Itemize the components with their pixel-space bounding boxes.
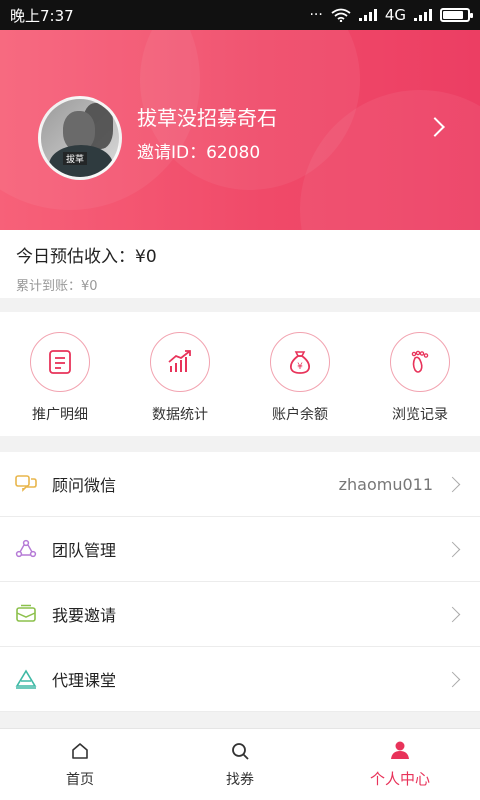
total-income-label: 累计到账： — [16, 279, 82, 294]
invite-id-value: 62080 — [206, 143, 261, 163]
quick-action-browse-history[interactable]: 浏览记录 — [360, 312, 480, 436]
home-icon — [72, 742, 88, 759]
chevron-right-icon — [444, 541, 461, 557]
svg-text:¥: ¥ — [297, 362, 303, 372]
chart-trend-icon — [150, 332, 210, 392]
tab-find-coupon[interactable]: 找券 — [160, 729, 320, 800]
quick-action-data-stats[interactable]: 数据统计 — [120, 312, 240, 436]
total-income: 累计到账：¥0 — [16, 275, 464, 294]
signal-icon — [358, 9, 377, 21]
quick-action-account-balance[interactable]: ¥ 账户余额 — [240, 312, 360, 436]
team-icon — [14, 537, 38, 561]
menu-item-agent-classroom[interactable]: 代理课堂 — [0, 647, 480, 712]
more-icon: ··· — [309, 7, 323, 23]
invite-id-line: 邀请ID：62080 — [137, 138, 260, 163]
invite-id-label: 邀请ID： — [137, 143, 207, 163]
avatar-tag: 拔草 — [63, 152, 88, 165]
classroom-icon — [14, 667, 38, 691]
status-icons: ··· 4G — [309, 6, 473, 24]
bottom-tab-bar: 首页 找券 个人中心 — [0, 728, 480, 800]
menu-item-label: 我要邀请 — [52, 606, 117, 625]
menu-item-value: zhaomu011 — [338, 474, 433, 494]
menu-item-label: 顾问微信 — [52, 476, 117, 495]
chat-icon — [14, 472, 38, 496]
profile-header[interactable]: 拔草 拔草没招募奇石 邀请ID：62080 — [0, 30, 480, 230]
tab-label: 个人中心 — [369, 770, 430, 788]
chevron-right-icon — [444, 606, 461, 622]
quick-action-label: 数据统计 — [152, 407, 208, 423]
username: 拔草没招募奇石 — [137, 106, 277, 130]
network-type: 4G — [384, 6, 406, 24]
menu-list: 顾问微信 zhaomu011 团队管理 我要邀请 代理课堂 — [0, 452, 480, 712]
total-income-value: ¥0 — [81, 279, 98, 294]
tab-personal-center[interactable]: 个人中心 — [320, 729, 480, 800]
tab-label: 首页 — [66, 771, 94, 788]
menu-item-label: 代理课堂 — [52, 671, 117, 690]
quick-action-label: 账户余额 — [272, 407, 328, 423]
search-icon — [232, 742, 249, 760]
menu-item-team-management[interactable]: 团队管理 — [0, 517, 480, 582]
avatar[interactable]: 拔草 — [38, 96, 122, 180]
income-panel: 今日预估收入：¥0 累计到账：¥0 — [0, 230, 480, 298]
quick-action-promotion-details[interactable]: 推广明细 — [0, 312, 120, 436]
tab-home[interactable]: 首页 — [0, 729, 160, 800]
document-list-icon — [30, 332, 90, 392]
wifi-icon — [331, 8, 351, 22]
status-bar: 晚上7:37 ··· 4G — [0, 0, 480, 30]
money-bag-icon: ¥ — [270, 332, 330, 392]
status-time: 晚上7:37 — [10, 6, 74, 25]
today-income-label: 今日预估收入： — [16, 247, 135, 267]
chevron-right-icon — [444, 671, 461, 687]
chevron-right-icon — [444, 476, 461, 492]
invite-icon — [14, 602, 38, 626]
footprint-icon — [390, 332, 450, 392]
tab-label: 找券 — [226, 771, 254, 788]
user-icon — [391, 741, 409, 759]
quick-action-label: 浏览记录 — [392, 407, 448, 423]
quick-actions: 推广明细 数据统计 ¥ 账户余额 浏览记录 — [0, 312, 480, 436]
battery-icon — [440, 8, 473, 22]
menu-item-invite[interactable]: 我要邀请 — [0, 582, 480, 647]
signal-icon-2 — [414, 9, 432, 21]
menu-item-advisor-wechat[interactable]: 顾问微信 zhaomu011 — [0, 452, 480, 517]
today-income-value: ¥0 — [135, 247, 157, 267]
today-income: 今日预估收入：¥0 — [16, 242, 464, 267]
quick-action-label: 推广明细 — [32, 407, 88, 423]
menu-item-label: 团队管理 — [52, 541, 117, 560]
